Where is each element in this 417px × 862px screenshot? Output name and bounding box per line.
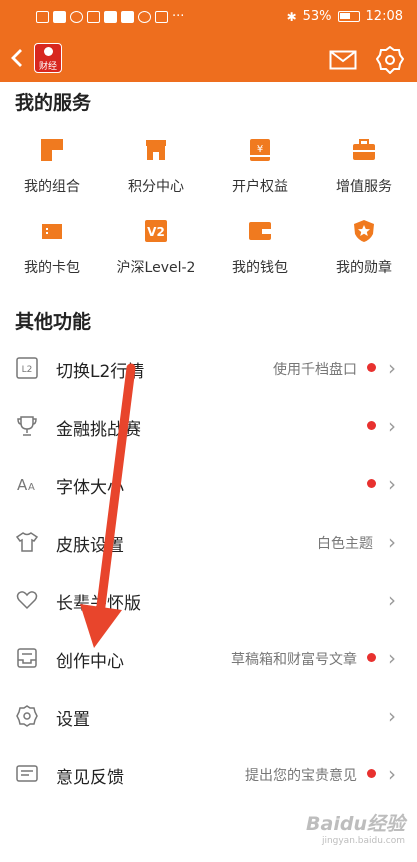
bluetooth-icon: ✱ — [286, 9, 297, 24]
service-portfolio[interactable]: 我的组合 — [0, 138, 104, 208]
row-value: 提出您的宝贵意见 — [245, 768, 357, 784]
row-creator-center[interactable]: 创作中心 草稿箱和财富号文章 › — [0, 629, 417, 687]
chevron-right-icon: › — [388, 472, 396, 496]
mail-icon — [329, 50, 357, 70]
service-card-wallet[interactable]: 我的卡包 — [0, 219, 104, 289]
row-label: 创作中心 — [56, 652, 124, 672]
hd-icon — [36, 10, 49, 23]
svg-text:L2: L2 — [22, 365, 33, 375]
clock: 12:08 — [365, 9, 403, 24]
top-bar: ··· ✱ 53% 12:08 财经 — [0, 0, 417, 82]
service-label: 我的组合 — [24, 179, 80, 195]
chevron-right-icon: › — [388, 704, 396, 728]
yen-card-icon: ¥ — [250, 139, 270, 161]
row-value: 草稿箱和财富号文章 — [231, 652, 357, 668]
row-font-size[interactable]: A A 字体大小 › — [0, 455, 417, 513]
chat-icon — [138, 10, 151, 23]
service-points[interactable]: 积分中心 — [104, 138, 208, 208]
row-label: 长辈关怀版 — [56, 594, 141, 614]
portfolio-icon — [41, 139, 63, 161]
font-size-icon: A A — [17, 476, 35, 494]
row-label: 字体大小 — [56, 478, 124, 498]
back-button[interactable] — [8, 46, 30, 72]
search-app-icon — [155, 10, 168, 23]
row-value: 使用千档盘口 — [273, 362, 357, 378]
service-medals[interactable]: 我的勋章 — [312, 219, 416, 289]
chevron-right-icon: › — [388, 588, 396, 612]
row-label: 切换L2行情 — [56, 362, 145, 382]
service-label: 我的卡包 — [24, 260, 80, 276]
chevron-right-icon: › — [388, 356, 396, 380]
heart-icon — [16, 591, 38, 610]
app-icon — [87, 10, 100, 23]
more-notifications: ··· — [172, 9, 185, 24]
chevron-right-icon: › — [388, 762, 396, 786]
service-label: 积分中心 — [128, 179, 184, 195]
inbox-icon — [17, 648, 37, 668]
message-button[interactable] — [329, 50, 357, 74]
chevron-right-icon: › — [388, 530, 396, 554]
battery-text: 53% — [302, 9, 332, 24]
service-label: 沪深Level-2 — [116, 260, 196, 276]
back-arrow-icon — [11, 49, 22, 67]
svg-text:V2: V2 — [147, 225, 165, 239]
briefcase-icon — [353, 139, 375, 160]
row-feedback[interactable]: 意见反馈 提出您的宝贵意见 › — [0, 745, 417, 803]
settings-button[interactable] — [375, 45, 405, 78]
signal-icon — [53, 10, 66, 23]
notification-dot — [367, 421, 376, 430]
notification-dot — [367, 479, 376, 488]
svg-text:A: A — [28, 482, 35, 493]
service-label: 我的勋章 — [336, 260, 392, 276]
app-icon — [104, 10, 117, 23]
watermark: Baidu经验 jingyan.baidu.com — [306, 809, 405, 846]
row-label: 金融挑战赛 — [56, 420, 141, 440]
wallet-icon — [249, 222, 271, 240]
ticket-icon — [42, 224, 62, 239]
notification-dot — [367, 653, 376, 662]
other-title: 其他功能 — [15, 311, 92, 333]
wifi-icon — [70, 10, 83, 23]
battery-icon — [337, 11, 360, 22]
status-bar: ··· ✱ 53% 12:08 — [0, 0, 417, 34]
gear-icon — [375, 45, 405, 75]
svg-text:¥: ¥ — [257, 144, 263, 155]
svg-text:A: A — [17, 476, 28, 494]
chevron-right-icon: › — [388, 414, 396, 438]
app-logo: 财经 — [34, 43, 62, 73]
row-value: 白色主题 — [317, 536, 373, 552]
service-wallet[interactable]: 我的钱包 — [208, 219, 312, 289]
v2-icon: V2 — [145, 220, 167, 242]
row-elder-mode[interactable]: 长辈关怀版 › — [0, 571, 417, 629]
watermark-text: Baidu经验 — [306, 813, 405, 835]
notification-dot — [367, 769, 376, 778]
store-icon — [146, 140, 166, 160]
row-label: 设置 — [56, 710, 90, 730]
service-label: 开户权益 — [232, 179, 288, 195]
row-skin[interactable]: 皮肤设置 白色主题 › — [0, 513, 417, 571]
chevron-right-icon: › — [388, 646, 396, 670]
watermark-sub: jingyan.baidu.com — [321, 836, 405, 846]
feedback-icon — [16, 765, 38, 782]
service-value-added[interactable]: 增值服务 — [312, 138, 416, 208]
app-icon — [121, 10, 134, 23]
notification-dot — [367, 363, 376, 372]
shirt-icon — [16, 532, 38, 552]
row-switch-l2[interactable]: L2 切换L2行情 使用千档盘口 › — [0, 339, 417, 397]
row-settings[interactable]: 设置 › — [0, 687, 417, 745]
service-level2[interactable]: V2 沪深Level-2 — [104, 219, 208, 289]
medal-icon — [354, 220, 374, 242]
row-label: 意见反馈 — [56, 768, 124, 788]
row-label: 皮肤设置 — [56, 536, 124, 556]
l2-icon: L2 — [16, 357, 38, 379]
service-label: 我的钱包 — [232, 260, 288, 276]
service-account-benefits[interactable]: ¥ 开户权益 — [208, 138, 312, 208]
settings-icon — [16, 705, 38, 727]
service-label: 增值服务 — [336, 179, 392, 195]
row-finance-challenge[interactable]: 金融挑战赛 › — [0, 397, 417, 455]
header: 财经 — [0, 34, 417, 82]
trophy-icon — [17, 416, 37, 436]
services-title: 我的服务 — [15, 92, 92, 114]
